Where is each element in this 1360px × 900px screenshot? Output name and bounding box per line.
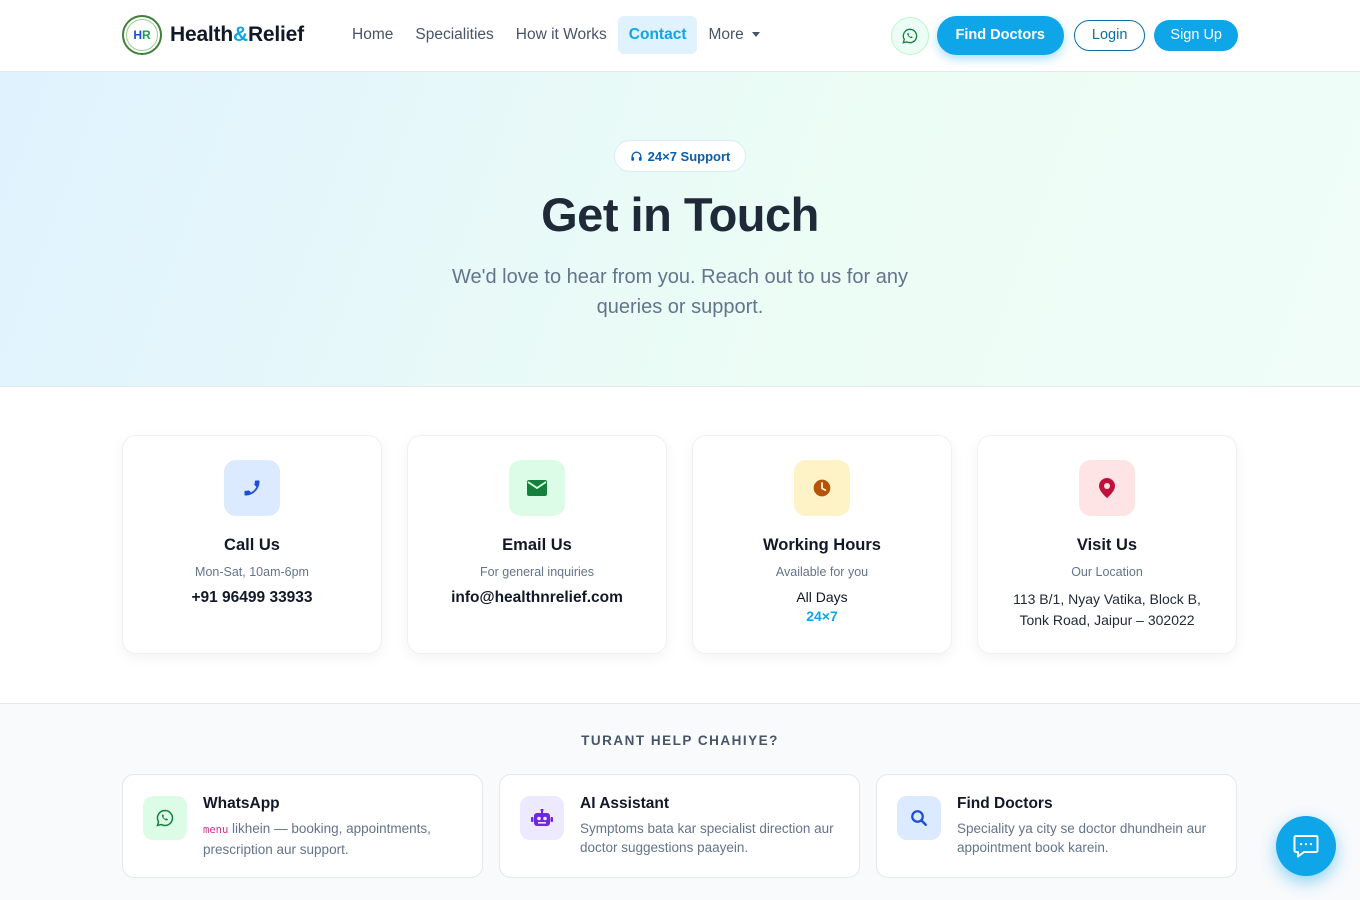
brand[interactable]: HR Health&Relief (122, 15, 304, 55)
whatsapp-icon (901, 28, 917, 44)
page-subtitle: We'd love to hear from you. Reach out to… (452, 266, 908, 318)
help-card-description: Speciality ya city se doctor dhundhein a… (957, 821, 1207, 855)
phone-number-link[interactable]: +91 96499 33933 (123, 589, 381, 607)
brand-name: Health&Relief (170, 23, 304, 46)
nav-link-how-it-works[interactable]: How it Works (505, 16, 618, 54)
ai-assistant-help-card[interactable]: AI Assistant Symptoms bata kar specialis… (499, 774, 860, 878)
robot-icon (520, 796, 564, 840)
headset-icon (630, 151, 642, 161)
nav-link-more[interactable]: More (697, 16, 770, 54)
help-card-title: Find Doctors (957, 795, 1053, 812)
chat-icon (1293, 835, 1319, 858)
address-line-1: 113 B/1, Nyay Vatika, Block B, (1013, 591, 1201, 607)
card-title: Working Hours (763, 536, 881, 554)
login-button[interactable]: Login (1073, 20, 1146, 51)
signup-button[interactable]: Sign Up (1154, 20, 1238, 51)
call-us-card: Call Us Mon-Sat, 10am-6pm +91 96499 3393… (122, 435, 382, 654)
envelope-icon (509, 460, 565, 516)
nav-link-specialities[interactable]: Specialities (404, 16, 504, 54)
help-card-description: Symptoms bata kar specialist direction a… (580, 821, 834, 855)
help-card-description: menu likhein — booking, appointments, pr… (203, 821, 431, 857)
working-days: All Days (796, 589, 848, 605)
card-title: Call Us (224, 536, 280, 554)
chat-button[interactable] (1276, 816, 1336, 876)
card-subtitle: Available for you (775, 565, 869, 579)
chevron-down-icon (751, 32, 760, 38)
support-badge-label: 24×7 Support (647, 148, 731, 164)
address: 113 B/1, Nyay Vatika, Block B, Tonk Road… (978, 589, 1236, 631)
clock-icon (794, 460, 850, 516)
working-hours-value: 24×7 (806, 608, 838, 624)
email-us-card: Email Us For general inquiries info@heal… (407, 435, 667, 654)
whatsapp-icon (143, 796, 187, 840)
find-doctors-button[interactable]: Find Doctors (936, 16, 1064, 55)
hero-section: 24×7 Support Get in Touch We'd love to h… (0, 72, 1360, 387)
quick-help-cards: WhatsApp menu likhein — booking, appoint… (122, 774, 1237, 878)
whatsapp-help-card[interactable]: WhatsApp menu likhein — booking, appoint… (122, 774, 483, 878)
nav-link-contact[interactable]: Contact (617, 16, 698, 54)
find-doctors-help-card[interactable]: Find Doctors Speciality ya city se docto… (876, 774, 1237, 878)
menu-code: menu (203, 824, 229, 836)
card-subtitle: For general inquiries (480, 565, 594, 579)
nav-links: Home Specialities How it Works Contact M… (341, 16, 771, 54)
whatsapp-button[interactable] (890, 16, 929, 55)
working-hours-card: Working Hours Available for you All Days… (692, 435, 952, 654)
visit-us-card: Visit Us Our Location 113 B/1, Nyay Vati… (977, 435, 1237, 654)
card-title: Email Us (502, 536, 572, 554)
quick-help-section: TURANT HELP CHAHIYE? WhatsApp menu likhe… (0, 703, 1360, 900)
contact-cards: Call Us Mon-Sat, 10am-6pm +91 96499 3393… (122, 435, 1237, 654)
search-icon (897, 796, 941, 840)
navbar: HR Health&Relief Home Specialities How i… (0, 0, 1360, 72)
nav-link-home[interactable]: Home (341, 16, 404, 54)
nav-actions: Find Doctors Login Sign Up (890, 16, 1238, 55)
card-subtitle: Mon-Sat, 10am-6pm (195, 565, 309, 579)
page-title: Get in Touch (541, 188, 819, 241)
brand-logo: HR (122, 15, 162, 55)
card-subtitle: Our Location (1071, 565, 1143, 579)
email-link[interactable]: info@healthnrelief.com (408, 589, 666, 607)
help-card-title: WhatsApp (203, 795, 280, 812)
support-badge: 24×7 Support (614, 140, 746, 172)
address-line-2: Tonk Road, Jaipur – 302022 (1019, 612, 1195, 628)
help-card-title: AI Assistant (580, 795, 670, 812)
map-pin-icon (1079, 460, 1135, 516)
card-title: Visit Us (1076, 536, 1138, 554)
quick-help-title: TURANT HELP CHAHIYE? (581, 733, 779, 748)
phone-icon (224, 460, 280, 516)
nav-more-label: More (708, 26, 744, 43)
